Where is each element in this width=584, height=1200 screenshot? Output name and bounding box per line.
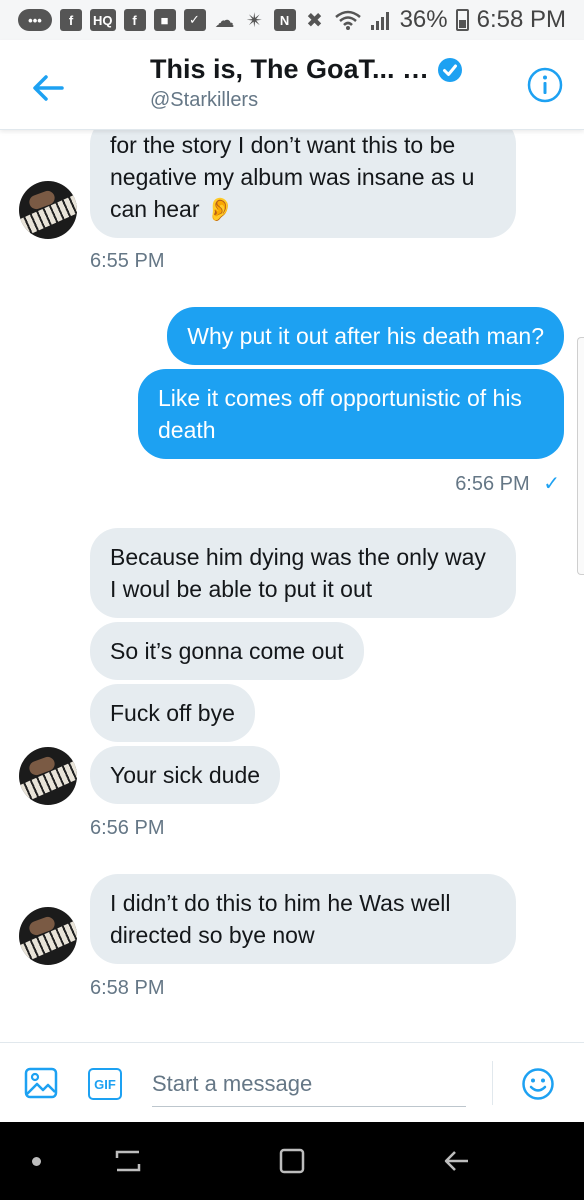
recents-icon: [115, 1150, 141, 1172]
message-bubble-sent[interactable]: Why put it out after his death man?: [167, 307, 564, 365]
battery-percent: 36%: [399, 6, 448, 33]
cloud-icon: ☁: [214, 9, 235, 32]
messages-icon: •••: [18, 9, 52, 31]
message-bubble-received[interactable]: So it’s gonna come out: [90, 622, 364, 680]
mute-icon: ✖: [306, 9, 323, 32]
message-bubble-received[interactable]: Fuck off bye: [90, 684, 255, 742]
message-text: Why put it out after his death man?: [187, 323, 544, 349]
status-time: 6:58 PM: [476, 6, 566, 33]
bluetooth-icon: ✴: [246, 9, 263, 32]
photo-icon[interactable]: [24, 1066, 58, 1100]
message-text: I didn’t do this to him he Was well dire…: [110, 890, 451, 948]
scrollbar-handle[interactable]: [577, 337, 584, 575]
chat-icon: ■: [153, 9, 176, 31]
status-bar: ••• f HQ f ■ ✓ ☁ ✴ N ✖ 36% 6:58 PM: [0, 0, 584, 40]
nfc-icon: N: [273, 9, 296, 31]
conversation-header: This is, The GoaT... … @Starkillers: [0, 40, 584, 130]
message-timestamp: 6:56 PM ✓: [455, 471, 560, 496]
message-bubble-received[interactable]: Because him dying was the only way I wou…: [90, 528, 516, 618]
back-arrow-icon[interactable]: [28, 68, 68, 108]
message-bubble-received[interactable]: Your sick dude: [90, 746, 281, 804]
avatar[interactable]: [19, 907, 77, 965]
back-icon: [444, 1151, 468, 1171]
message-text: for the story I don’t want this to be ne…: [110, 132, 475, 222]
info-icon[interactable]: [526, 66, 564, 104]
signal-icon: [370, 12, 389, 30]
message-bubble-received[interactable]: I didn’t do this to him he Was well dire…: [90, 874, 516, 964]
composer-divider: [492, 1061, 493, 1105]
message-text: Fuck off bye: [110, 700, 235, 726]
conversation-handle: @Starkillers: [150, 89, 259, 111]
conversation-thread[interactable]: for the story I don’t want this to be ne…: [0, 130, 584, 1042]
gif-label: GIF: [94, 1076, 116, 1092]
battery-icon: [455, 9, 469, 31]
conversation-title: This is, The GoaT... …: [150, 54, 463, 85]
wifi-icon: [334, 10, 361, 30]
message-timestamp: 6:55 PM: [90, 250, 165, 272]
avatar[interactable]: [19, 181, 77, 239]
avatar[interactable]: [19, 747, 77, 805]
header-titles[interactable]: This is, The GoaT... … @Starkillers: [150, 54, 463, 112]
message-timestamp: 6:56 PM: [90, 817, 165, 839]
message-bubble-received[interactable]: for the story I don’t want this to be ne…: [90, 130, 516, 238]
home-icon: [279, 1148, 305, 1174]
gif-button[interactable]: GIF: [88, 1068, 122, 1100]
facebook-icon: f: [123, 9, 146, 31]
message-text: So it’s gonna come out: [110, 638, 344, 664]
dot-icon: [31, 1156, 41, 1166]
message-composer: GIF: [0, 1042, 584, 1122]
verified-badge-icon: [438, 57, 463, 82]
nav-recents-button[interactable]: [110, 1144, 146, 1178]
conversation-title-text: This is, The GoaT... …: [150, 54, 430, 84]
message-timestamp: 6:58 PM: [90, 977, 165, 999]
timestamp-text: 6:56 PM: [455, 473, 530, 495]
message-text: Because him dying was the only way I wou…: [110, 544, 486, 602]
status-system-icons: ✴ N ✖ 36% 6:58 PM: [244, 6, 566, 34]
message-bubble-sent[interactable]: Like it comes off opportunistic of his d…: [138, 369, 564, 459]
facebook-icon: f: [60, 9, 82, 31]
status-notification-icons: ••• f HQ f ■ ✓ ☁: [18, 9, 236, 32]
message-text: Your sick dude: [110, 762, 261, 788]
nav-back-button[interactable]: [440, 1144, 472, 1178]
emoji-icon[interactable]: [521, 1067, 555, 1101]
nav-home-button[interactable]: [276, 1144, 308, 1178]
nav-dot-button[interactable]: [28, 1144, 44, 1178]
system-navigation-bar: [0, 1122, 584, 1200]
hq-icon: HQ: [90, 9, 116, 31]
message-input[interactable]: [152, 1061, 466, 1107]
message-text: Like it comes off opportunistic of his d…: [158, 385, 522, 443]
sent-check-icon: ✓: [543, 473, 560, 495]
checkbox-icon: ✓: [183, 9, 206, 31]
